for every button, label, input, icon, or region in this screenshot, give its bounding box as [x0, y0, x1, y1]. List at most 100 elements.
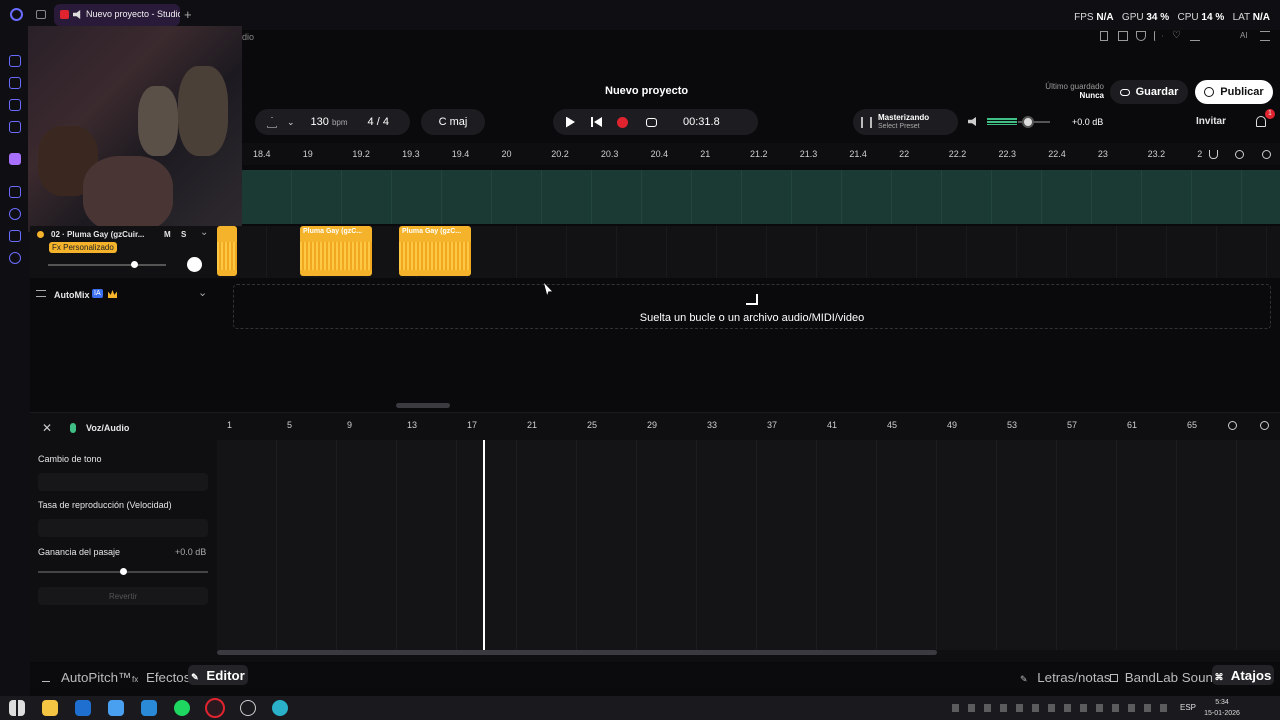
menu-icon[interactable]: [1260, 31, 1270, 41]
snapshot-icon[interactable]: [1118, 31, 1128, 41]
gain-slider-handle[interactable]: [120, 568, 127, 575]
obs-icon[interactable]: [240, 700, 256, 716]
key-selector[interactable]: C maj: [421, 109, 485, 135]
outlook-icon[interactable]: [75, 700, 91, 716]
mastering-selector[interactable]: Masterizando Select Preset: [853, 109, 958, 135]
windows-taskbar: ESP 5:34 15-01-2026: [0, 696, 1280, 720]
heart-icon[interactable]: ♡: [1172, 31, 1181, 41]
gain-label: Ganancia del pasaje: [38, 547, 121, 557]
edge-icon[interactable]: [272, 700, 288, 716]
solo-button[interactable]: S: [181, 230, 186, 239]
zoom-in-icon[interactable]: [1262, 150, 1271, 159]
opera-gx-icon[interactable]: [205, 698, 225, 718]
shield-icon[interactable]: [1136, 31, 1146, 41]
tab-editor[interactable]: ✎ Editor: [188, 665, 248, 685]
playhead[interactable]: [483, 440, 485, 652]
play-button[interactable]: [566, 116, 575, 128]
ruler-tick-label: 19.3: [402, 149, 420, 159]
windows-start-icon[interactable]: [9, 700, 25, 716]
track-name[interactable]: 02 · Pluma Gay (gzCuir...: [51, 230, 151, 239]
ai-icon[interactable]: AI: [1240, 31, 1248, 40]
zoom-out-icon[interactable]: [1235, 150, 1244, 159]
mute-button[interactable]: M: [164, 230, 171, 239]
tab-autopitch[interactable]: AutoPitch™: [42, 670, 131, 685]
chevron-down-icon[interactable]: ⌄: [200, 227, 208, 238]
audio-playing-icon[interactable]: [73, 10, 81, 19]
rate-stepper[interactable]: [38, 519, 208, 537]
chevron-down-icon[interactable]: ⌄: [198, 286, 207, 299]
automix-row[interactable]: AutoMix IA ⌄: [30, 282, 217, 306]
waveform: [300, 242, 372, 270]
audio-clip[interactable]: [217, 226, 237, 276]
save-button[interactable]: Guardar: [1110, 80, 1188, 104]
player-icon[interactable]: [9, 186, 21, 198]
track-lane-1[interactable]: [242, 170, 1280, 224]
messenger-icon[interactable]: [9, 99, 21, 111]
tab-lyrics[interactable]: ✎ Letras/notas: [1020, 670, 1111, 685]
invite-button[interactable]: Invitar: [1196, 116, 1226, 127]
record-button[interactable]: [617, 116, 628, 128]
horizontal-scrollbar[interactable]: [396, 403, 450, 408]
loop-button[interactable]: [646, 117, 657, 127]
globe-icon: [1204, 87, 1215, 97]
tempo-value[interactable]: 130: [311, 116, 329, 128]
drop-zone[interactable]: Suelta un bucle o un archivo audio/MIDI/…: [233, 284, 1271, 329]
editor-grid[interactable]: [217, 440, 1280, 650]
editor-zoom-in-icon[interactable]: [1260, 421, 1269, 430]
store-icon[interactable]: [108, 700, 124, 716]
master-volume-knob[interactable]: [1022, 116, 1034, 128]
skip-back-button[interactable]: [591, 117, 602, 127]
cloud-icon: [1119, 88, 1130, 96]
extensions-icon[interactable]: [9, 230, 21, 242]
clock[interactable]: 5:34 15-01-2026: [1200, 697, 1244, 719]
mail-icon[interactable]: [9, 121, 21, 133]
autopitch-icon: [42, 674, 50, 682]
chevron-down-icon[interactable]: ⌄: [287, 117, 295, 128]
opera-logo-icon[interactable]: [10, 8, 23, 21]
tab-switcher-icon[interactable]: [36, 10, 46, 19]
twitch-icon[interactable]: [9, 153, 21, 165]
mastering-icon: [861, 116, 872, 128]
track-volume-handle[interactable]: [131, 261, 138, 268]
pan-knob[interactable]: [187, 257, 202, 272]
time-signature[interactable]: 4 / 4: [368, 116, 389, 128]
tempo-control[interactable]: ⌄ 130 bpm 4 / 4: [255, 109, 410, 135]
metronome-icon[interactable]: [267, 116, 277, 128]
publish-button[interactable]: Publicar: [1195, 80, 1273, 104]
ruler-tick-label: 25: [587, 420, 598, 430]
download-icon[interactable]: [1190, 31, 1200, 41]
close-editor-button[interactable]: ✕: [42, 421, 52, 435]
project-title[interactable]: Nuevo proyecto: [605, 85, 688, 97]
revert-button[interactable]: Revertir: [38, 587, 208, 605]
file-explorer-icon[interactable]: [42, 700, 58, 716]
magnet-icon[interactable]: [1209, 150, 1218, 159]
history-icon[interactable]: [9, 208, 21, 220]
new-tab-icon[interactable]: +: [184, 7, 192, 22]
track-volume-slider[interactable]: [48, 264, 166, 266]
track-lane-2[interactable]: [217, 226, 1280, 278]
editor-ruler[interactable]: 1 5 9 13 17 21 25 29 33 37 41 45 49 53 57 61 65: [217, 414, 1216, 436]
bandlab-favicon-icon: [60, 10, 69, 19]
notification-bell-icon[interactable]: [1256, 116, 1266, 127]
pin-icon[interactable]: [1100, 31, 1108, 41]
play-icon[interactable]: [1154, 31, 1163, 41]
tab-effects[interactable]: fx Efectos: [132, 670, 190, 685]
pitch-stepper[interactable]: [38, 473, 208, 491]
editor-zoom-out-icon[interactable]: [1228, 421, 1237, 430]
home-icon[interactable]: [9, 55, 21, 67]
spotify-icon[interactable]: [174, 700, 190, 716]
tab-shortcuts[interactable]: ⌘ Atajos: [1212, 665, 1274, 685]
browser-tab[interactable]: Nuevo proyecto - Studio: [54, 4, 180, 26]
language-indicator[interactable]: ESP: [1180, 703, 1196, 712]
aria-icon[interactable]: [9, 77, 21, 89]
settings-icon[interactable]: [9, 252, 21, 264]
vscode-icon[interactable]: [141, 700, 157, 716]
track-header[interactable]: 02 · Pluma Gay (gzCuir... M S ⌄ Fx Perso…: [30, 226, 217, 278]
fx-badge[interactable]: Fx Personalizado: [49, 242, 117, 253]
tab-sounds[interactable]: BandLab Sounds: [1110, 670, 1227, 685]
timeline-ruler[interactable]: 18.4 19 19.2 19.3 19.4 20 20.2 20.3 20.4 21 21.2 21…: [242, 143, 1280, 165]
pen-icon: ✎: [1020, 674, 1028, 684]
audio-clip[interactable]: Pluma Gay (gzC...: [300, 226, 372, 276]
editor-horizontal-scrollbar[interactable]: [217, 650, 937, 655]
audio-clip[interactable]: Pluma Gay (gzC...: [399, 226, 471, 276]
